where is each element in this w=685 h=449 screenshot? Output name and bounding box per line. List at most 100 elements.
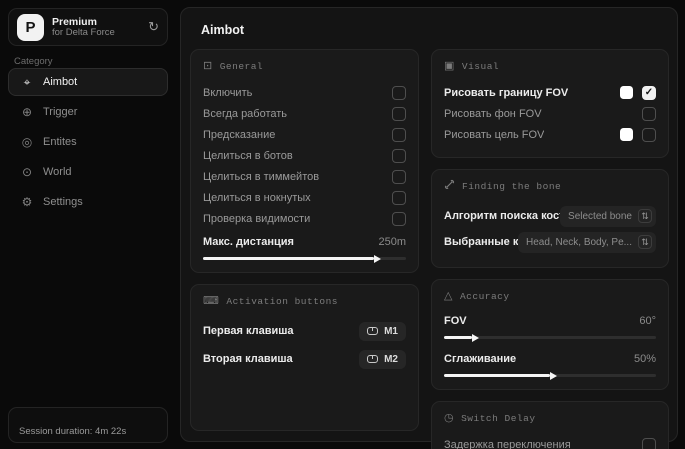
sidebar-item-trigger[interactable]: ⊕ Trigger: [8, 98, 168, 126]
enable-checkbox[interactable]: [392, 85, 406, 100]
slider-label: FOV: [444, 315, 467, 327]
toggle-row-target-knocked: Целиться в нокнутых: [203, 187, 406, 208]
clock-icon: ◷: [444, 413, 455, 425]
panel-title-general: General: [219, 60, 264, 72]
max-distance-slider-block: Макс. дистанция 250m: [203, 233, 406, 263]
general-crosshair-icon: ⊡: [203, 61, 213, 73]
toggle-row-target-bots: Целиться в ботов: [203, 145, 406, 166]
sidebar-item-aimbot[interactable]: ⌖ Aimbot: [8, 68, 168, 96]
panel-title-accuracy: Accuracy: [459, 290, 510, 302]
toggle-label: Включить: [203, 86, 253, 99]
slider-thumb[interactable]: [471, 333, 479, 342]
page-title: Aimbot: [201, 23, 245, 37]
panel-accuracy: △ Accuracy FOV 60° Сглаживание 50%: [431, 279, 669, 390]
switch-delay-toggle-label: Задержка переключения: [444, 438, 571, 449]
slider-value: 250m: [378, 236, 406, 248]
session-duration: Session duration: 4m 22s: [8, 407, 168, 443]
visual-label: Рисовать цель FOV: [444, 128, 545, 141]
always-work-checkbox[interactable]: [392, 106, 406, 121]
slider-value: 60°: [639, 315, 656, 327]
bone-algorithm-select[interactable]: Selected bone ⇅: [560, 205, 656, 227]
target-knocked-checkbox[interactable]: [392, 190, 406, 205]
slider-label: Макс. дистанция: [203, 236, 294, 248]
sidebar-nav: ⌖ Aimbot ⊕ Trigger ◎ Entites ⊙ World ⚙ S…: [8, 68, 168, 216]
target-bots-checkbox[interactable]: [392, 148, 406, 163]
chevron-up-down-icon: ⇅: [638, 209, 652, 223]
keyboard-icon: ⌨: [203, 296, 220, 308]
fov-target-checkbox[interactable]: [642, 127, 656, 142]
slider-thumb[interactable]: [550, 371, 557, 380]
triangle-icon: △: [444, 291, 453, 303]
fov-target-color-swatch[interactable]: [620, 128, 633, 141]
keybind-value: M1: [384, 325, 398, 337]
toggle-label: Целиться в нокнутых: [203, 191, 311, 204]
prediction-checkbox[interactable]: [392, 127, 406, 142]
panel-visual: ▣ Visual Рисовать границу FOV ✓ Рисовать…: [431, 49, 669, 158]
panel-title-visual: Visual: [461, 60, 500, 72]
sidebar-item-world[interactable]: ⊙ World: [8, 158, 168, 186]
main-content: Aimbot ⊡ General Включить Всегда работат…: [180, 7, 678, 449]
visual-label: Рисовать границу FOV: [444, 86, 569, 99]
keybind-label: Вторая клавиша: [203, 353, 293, 365]
visual-row-fov-border: Рисовать границу FOV ✓: [444, 82, 656, 103]
panel-activation-buttons: ⌨ Activation buttons Первая клавиша M1 В…: [190, 284, 419, 431]
toggle-label: Целиться в ботов: [203, 149, 293, 162]
toggle-row-prediction: Предсказание: [203, 124, 406, 145]
fov-border-checkbox[interactable]: ✓: [642, 85, 656, 100]
select-value: Selected bone: [568, 210, 632, 222]
product-name: Premium: [52, 15, 97, 28]
product-subtitle: for Delta Force: [52, 26, 115, 38]
toggle-row-visibility-check: Проверка видимости: [203, 208, 406, 229]
smoothing-slider[interactable]: [444, 371, 656, 380]
select-value: Head, Neck, Body, Pe...: [526, 236, 632, 248]
sidebar-item-label: Settings: [43, 196, 83, 208]
fov-slider-block: FOV 60°: [444, 312, 656, 342]
sidebar-item-label: Trigger: [43, 106, 78, 118]
second-key-button[interactable]: M2: [359, 349, 406, 369]
toggle-row-target-teammates: Целиться в тиммейтов: [203, 166, 406, 187]
trigger-crosshair-icon: ⊕: [21, 105, 33, 119]
selected-bones-label: Выбранные кос: [444, 236, 519, 248]
slider-label: Сглаживание: [444, 353, 517, 365]
fov-border-color-swatch[interactable]: [620, 86, 633, 99]
panel-title-activation: Activation buttons: [226, 295, 339, 307]
sidebar-item-label: Entites: [43, 136, 77, 148]
chevron-up-down-icon: ⇅: [638, 235, 652, 249]
sidebar-item-entites[interactable]: ◎ Entites: [8, 128, 168, 156]
selected-bones-row: Выбранные кос Head, Neck, Body, Pe... ⇅: [444, 229, 656, 255]
sidebar-item-settings[interactable]: ⚙ Settings: [8, 188, 168, 216]
max-distance-slider[interactable]: [203, 254, 406, 263]
visual-label: Рисовать фон FOV: [444, 107, 542, 120]
mouse-icon: [367, 355, 379, 363]
aimbot-crosshair-icon: ⌖: [23, 74, 31, 89]
gear-icon: ⚙: [21, 195, 33, 209]
keybind-label: Первая клавиша: [203, 325, 294, 337]
bone-algorithm-label: Алгоритм поиска кост: [444, 210, 561, 222]
product-card: P Premium for Delta Force ↻: [8, 8, 168, 46]
slider-thumb[interactable]: [373, 254, 381, 263]
toggle-label: Проверка видимости: [203, 212, 311, 225]
app-window: P Premium for Delta Force ↻ Category ⌖ A…: [0, 0, 685, 449]
panel-switch-delay: ◷ Switch Delay Задержка переключения Зад…: [431, 401, 669, 449]
switch-delay-toggle-row: Задержка переключения: [444, 434, 656, 449]
sidebar-item-label: World: [43, 166, 72, 178]
toggle-row-always-work: Всегда работать: [203, 103, 406, 124]
bone-icon: [444, 179, 455, 194]
visual-icon: ▣: [444, 61, 455, 73]
target-teammates-checkbox[interactable]: [392, 169, 406, 184]
fov-background-checkbox[interactable]: [642, 106, 656, 121]
visibility-check-checkbox[interactable]: [392, 211, 406, 226]
selected-bones-select[interactable]: Head, Neck, Body, Pe... ⇅: [518, 231, 656, 253]
toggle-label: Целиться в тиммейтов: [203, 170, 320, 183]
panel-title-switch-delay: Switch Delay: [461, 412, 536, 424]
first-key-button[interactable]: M1: [359, 321, 406, 341]
toggle-label: Предсказание: [203, 128, 276, 141]
keybind-row-first: Первая клавиша M1: [203, 317, 406, 345]
globe-icon: ⊙: [21, 165, 33, 179]
fov-slider[interactable]: [444, 333, 656, 342]
smoothing-slider-block: Сглаживание 50%: [444, 350, 656, 380]
refresh-icon[interactable]: ↻: [148, 19, 159, 35]
switch-delay-checkbox[interactable]: [642, 437, 656, 449]
toggle-label: Всегда работать: [203, 107, 288, 120]
panel-finding-bone: Finding the bone Алгоритм поиска кост Se…: [431, 169, 669, 268]
